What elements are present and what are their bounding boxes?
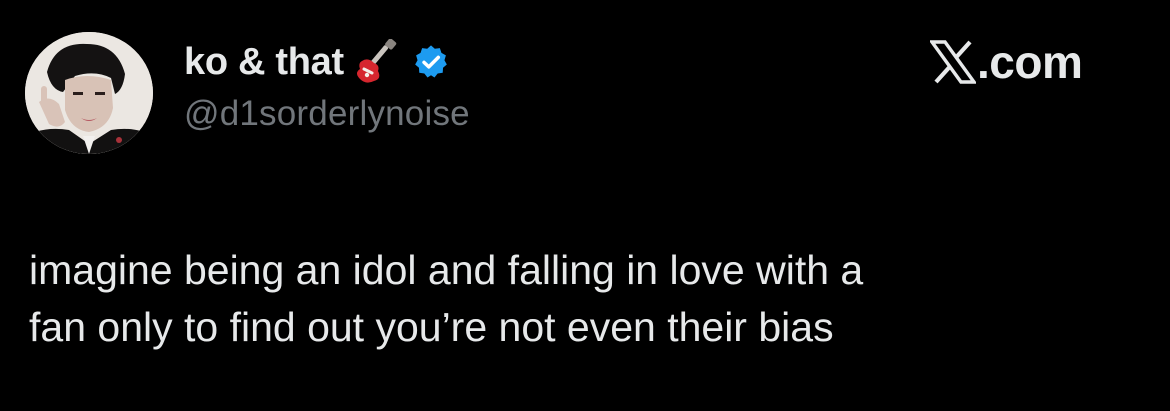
author-name-row: ko & that bbox=[184, 38, 450, 86]
brand-domain-text: .com bbox=[977, 36, 1083, 88]
verified-badge-icon[interactable] bbox=[412, 43, 450, 81]
author-display-name[interactable]: ko & that bbox=[184, 41, 344, 84]
avatar[interactable] bbox=[25, 32, 153, 154]
electric-guitar-icon bbox=[354, 38, 400, 85]
tweet-text-line: imagine being an idol and falling in lov… bbox=[29, 247, 864, 293]
brand-mark: .com bbox=[928, 36, 1083, 88]
profile-photo bbox=[25, 32, 153, 154]
x-logo-icon bbox=[928, 40, 978, 84]
tweet-text-line: fan only to find out you’re not even the… bbox=[29, 304, 834, 350]
author-handle[interactable]: @d1sorderlynoise bbox=[184, 94, 470, 134]
tweet-text: imagine being an idol and falling in lov… bbox=[29, 242, 1139, 356]
